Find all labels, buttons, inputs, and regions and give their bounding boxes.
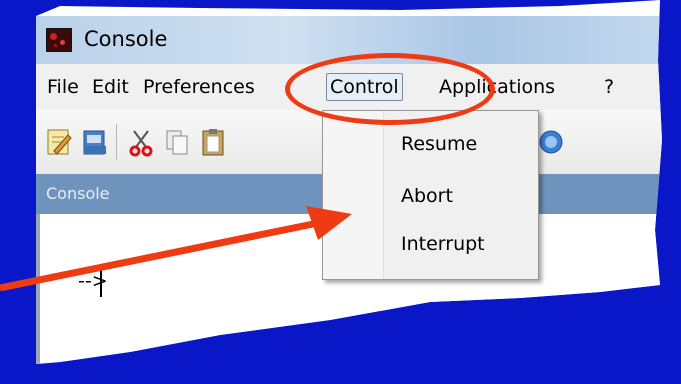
annotation-arrow xyxy=(0,206,352,292)
